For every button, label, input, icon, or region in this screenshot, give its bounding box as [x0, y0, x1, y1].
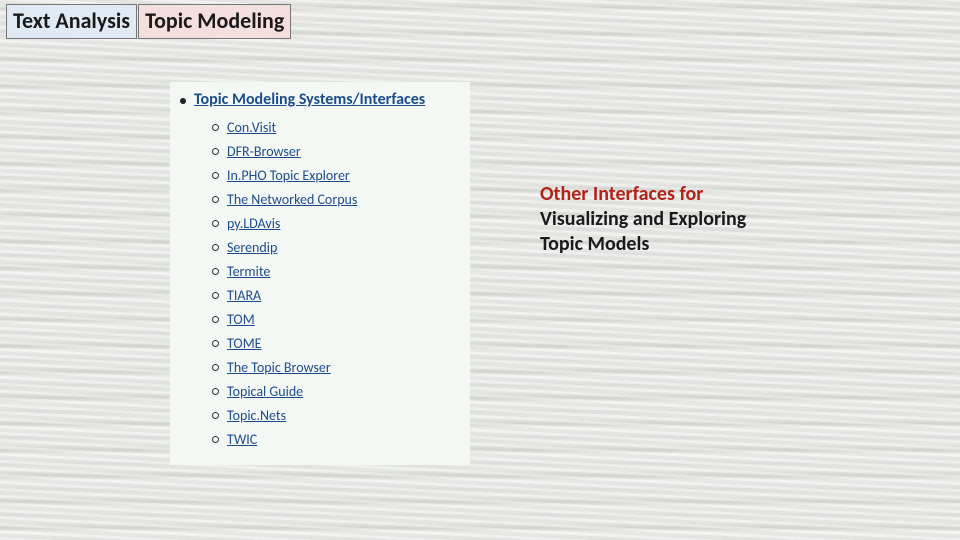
- circle-icon: [212, 436, 219, 443]
- list-item: TIARA: [212, 283, 462, 307]
- list-item: Topical Guide: [212, 379, 462, 403]
- list-item: In.PHO Topic Explorer: [212, 163, 462, 187]
- interfaces-sublist: Con.Visit DFR-Browser In.PHO Topic Explo…: [178, 115, 462, 451]
- slide-subtitle: Other Interfaces for Visualizing and Exp…: [540, 182, 800, 257]
- list-heading-link[interactable]: Topic Modeling Systems/Interfaces: [194, 90, 425, 109]
- circle-icon: [212, 340, 219, 347]
- interface-link[interactable]: Serendip: [227, 239, 277, 256]
- circle-icon: [212, 292, 219, 299]
- interface-link[interactable]: Con.Visit: [227, 119, 276, 136]
- interface-link[interactable]: TIARA: [227, 287, 261, 304]
- subtitle-line-3: Topic Models: [540, 232, 649, 256]
- list-item: Termite: [212, 259, 462, 283]
- circle-icon: [212, 316, 219, 323]
- circle-icon: [212, 172, 219, 179]
- list-item: The Networked Corpus: [212, 187, 462, 211]
- subtitle-line-1: Other Interfaces for: [540, 182, 703, 206]
- list-item: Topic.Nets: [212, 403, 462, 427]
- interface-link[interactable]: TWIC: [227, 431, 257, 448]
- breadcrumb-text-analysis: Text Analysis: [6, 4, 137, 39]
- circle-icon: [212, 268, 219, 275]
- interface-link[interactable]: The Networked Corpus: [227, 191, 357, 208]
- interface-link[interactable]: DFR-Browser: [227, 143, 301, 160]
- interface-link[interactable]: In.PHO Topic Explorer: [227, 167, 350, 184]
- interface-link[interactable]: Termite: [227, 263, 270, 280]
- interface-link[interactable]: Topical Guide: [227, 383, 303, 400]
- interface-link[interactable]: TOME: [227, 335, 262, 352]
- list-item: The Topic Browser: [212, 355, 462, 379]
- list-item: TOM: [212, 307, 462, 331]
- list-item: TOME: [212, 331, 462, 355]
- bullet-icon: [180, 98, 186, 104]
- list-item: DFR-Browser: [212, 139, 462, 163]
- subtitle-line-2: Visualizing and Exploring: [540, 207, 746, 231]
- circle-icon: [212, 364, 219, 371]
- circle-icon: [212, 244, 219, 251]
- header-breadcrumb: Text Analysis Topic Modeling: [6, 4, 291, 39]
- interface-link[interactable]: Topic.Nets: [227, 407, 286, 424]
- circle-icon: [212, 412, 219, 419]
- list-item: py.LDAvis: [212, 211, 462, 235]
- circle-icon: [212, 220, 219, 227]
- interface-link[interactable]: TOM: [227, 311, 255, 328]
- interface-link[interactable]: The Topic Browser: [227, 359, 331, 376]
- interface-link[interactable]: py.LDAvis: [227, 215, 280, 232]
- circle-icon: [212, 196, 219, 203]
- breadcrumb-topic-modeling: Topic Modeling: [138, 4, 291, 39]
- circle-icon: [212, 148, 219, 155]
- list-item: Serendip: [212, 235, 462, 259]
- list-item: TWIC: [212, 427, 462, 451]
- circle-icon: [212, 388, 219, 395]
- list-heading-row: Topic Modeling Systems/Interfaces: [178, 88, 462, 115]
- circle-icon: [212, 124, 219, 131]
- list-item: Con.Visit: [212, 115, 462, 139]
- interfaces-list-panel: Topic Modeling Systems/Interfaces Con.Vi…: [170, 82, 470, 465]
